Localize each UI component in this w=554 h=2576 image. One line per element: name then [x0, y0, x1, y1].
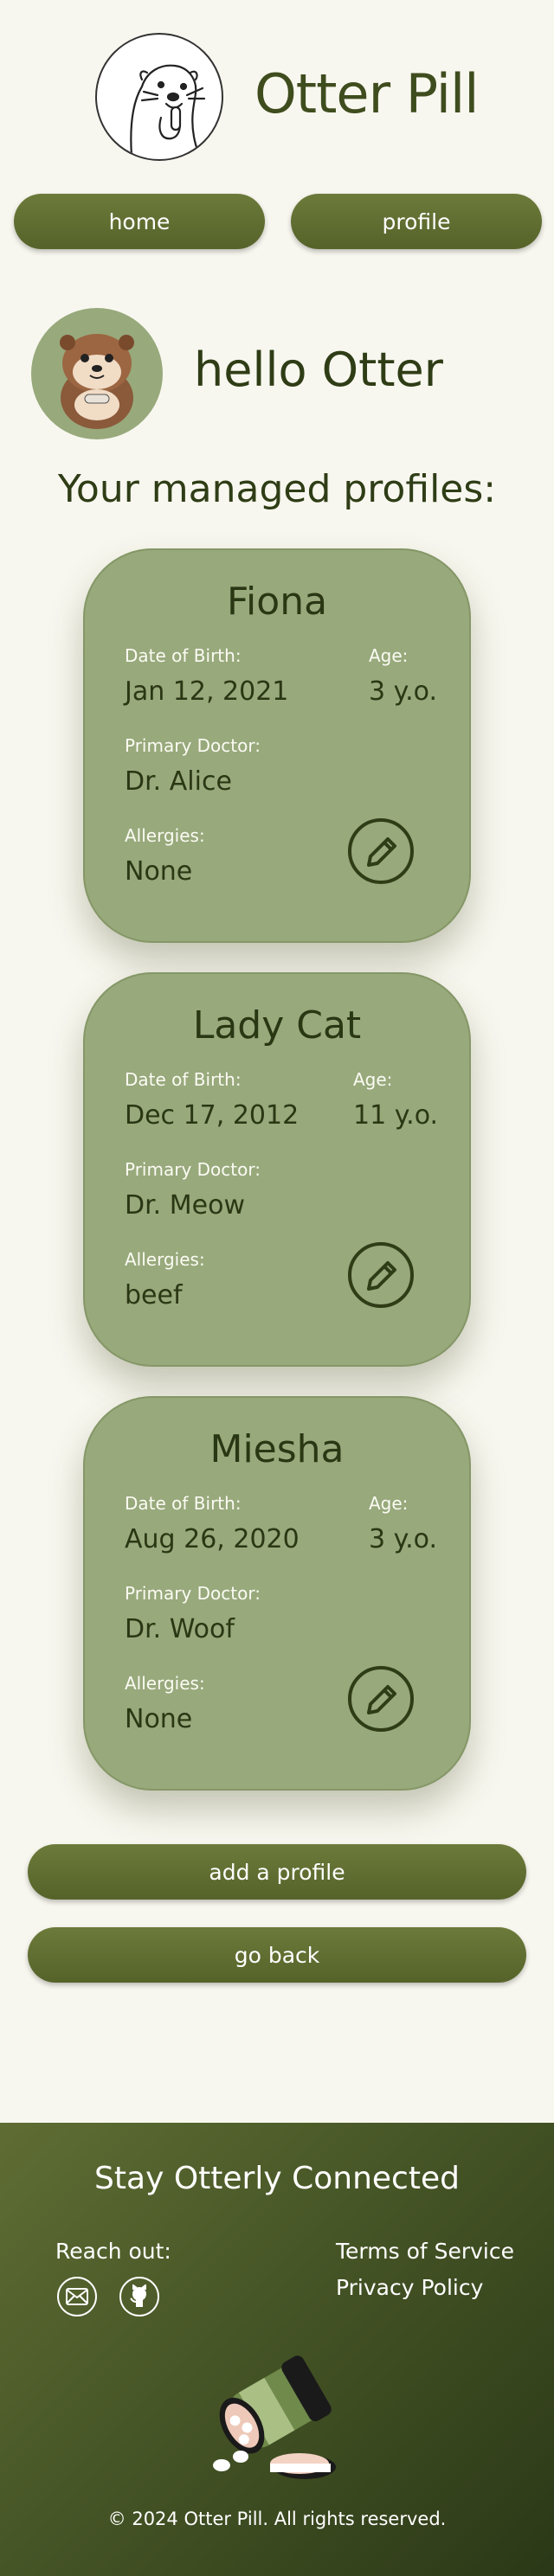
doctor-label: Primary Doctor:: [125, 1583, 261, 1604]
edit-pencil-icon[interactable]: [346, 1664, 416, 1733]
app-title: Otter Pill: [254, 62, 479, 125]
allergies-value: None: [125, 1704, 193, 1734]
doctor-value: Dr. Meow: [125, 1190, 245, 1221]
profile-name: Fiona: [226, 580, 328, 624]
profile-card: Fiona Date of Birth: Age: Jan 12, 2021 3…: [83, 548, 471, 943]
terms-link[interactable]: Terms of Service: [336, 2239, 514, 2264]
doctor-value: Dr. Alice: [125, 766, 232, 797]
pill-bottle-icon: [204, 2349, 351, 2488]
dob-label: Date of Birth:: [125, 1069, 242, 1090]
otter-logo-icon[interactable]: [95, 33, 223, 161]
age-label: Age:: [353, 1069, 393, 1090]
allergies-label: Allergies:: [125, 1249, 205, 1270]
reach-out-label: Reach out:: [55, 2239, 171, 2264]
profile-card: Miesha Date of Birth: Age: Aug 26, 2020 …: [83, 1396, 471, 1791]
greeting-text: hello Otter: [194, 343, 443, 397]
allergies-label: Allergies:: [125, 825, 205, 846]
doctor-label: Primary Doctor:: [125, 1159, 261, 1180]
footer-title: Stay Otterly Connected: [94, 2161, 460, 2196]
app-header: Otter Pill: [95, 33, 493, 163]
dob-value: Dec 17, 2012: [125, 1100, 300, 1131]
doctor-value: Dr. Woof: [125, 1614, 235, 1644]
go-back-button[interactable]: go back: [28, 1927, 526, 1983]
dob-value: Aug 26, 2020: [125, 1524, 300, 1554]
dob-label: Date of Birth:: [125, 645, 242, 666]
age-label: Age:: [369, 645, 409, 666]
edit-pencil-icon[interactable]: [346, 817, 416, 886]
section-title: Your managed profiles:: [57, 467, 497, 511]
age-label: Age:: [369, 1493, 409, 1514]
age-value: 3 y.o.: [369, 676, 437, 707]
otter-avatar-icon: [31, 308, 163, 439]
github-icon[interactable]: [119, 2277, 159, 2316]
footer: Stay Otterly Connected Reach out: Terms …: [0, 2123, 554, 2576]
profile-name: Lady Cat: [192, 1003, 362, 1048]
mail-icon[interactable]: [57, 2277, 97, 2316]
privacy-link[interactable]: Privacy Policy: [336, 2275, 483, 2300]
profile-card: Lady Cat Date of Birth: Age: Dec 17, 201…: [83, 972, 471, 1367]
nav-home-button[interactable]: home: [14, 194, 265, 249]
allergies-value: None: [125, 856, 193, 887]
dob-label: Date of Birth:: [125, 1493, 242, 1514]
doctor-label: Primary Doctor:: [125, 735, 261, 756]
age-value: 3 y.o.: [369, 1524, 437, 1554]
edit-pencil-icon[interactable]: [346, 1240, 416, 1310]
allergies-value: beef: [125, 1280, 183, 1310]
dob-value: Jan 12, 2021: [125, 676, 289, 707]
greeting-section: hello Otter: [31, 308, 516, 439]
nav-profile-button[interactable]: profile: [291, 194, 542, 249]
age-value: 11 y.o.: [353, 1100, 439, 1131]
add-profile-button[interactable]: add a profile: [28, 1844, 526, 1900]
allergies-label: Allergies:: [125, 1673, 205, 1694]
profile-name: Miesha: [209, 1427, 345, 1471]
copyright: © 2024 Otter Pill. All rights reserved.: [107, 2509, 447, 2529]
